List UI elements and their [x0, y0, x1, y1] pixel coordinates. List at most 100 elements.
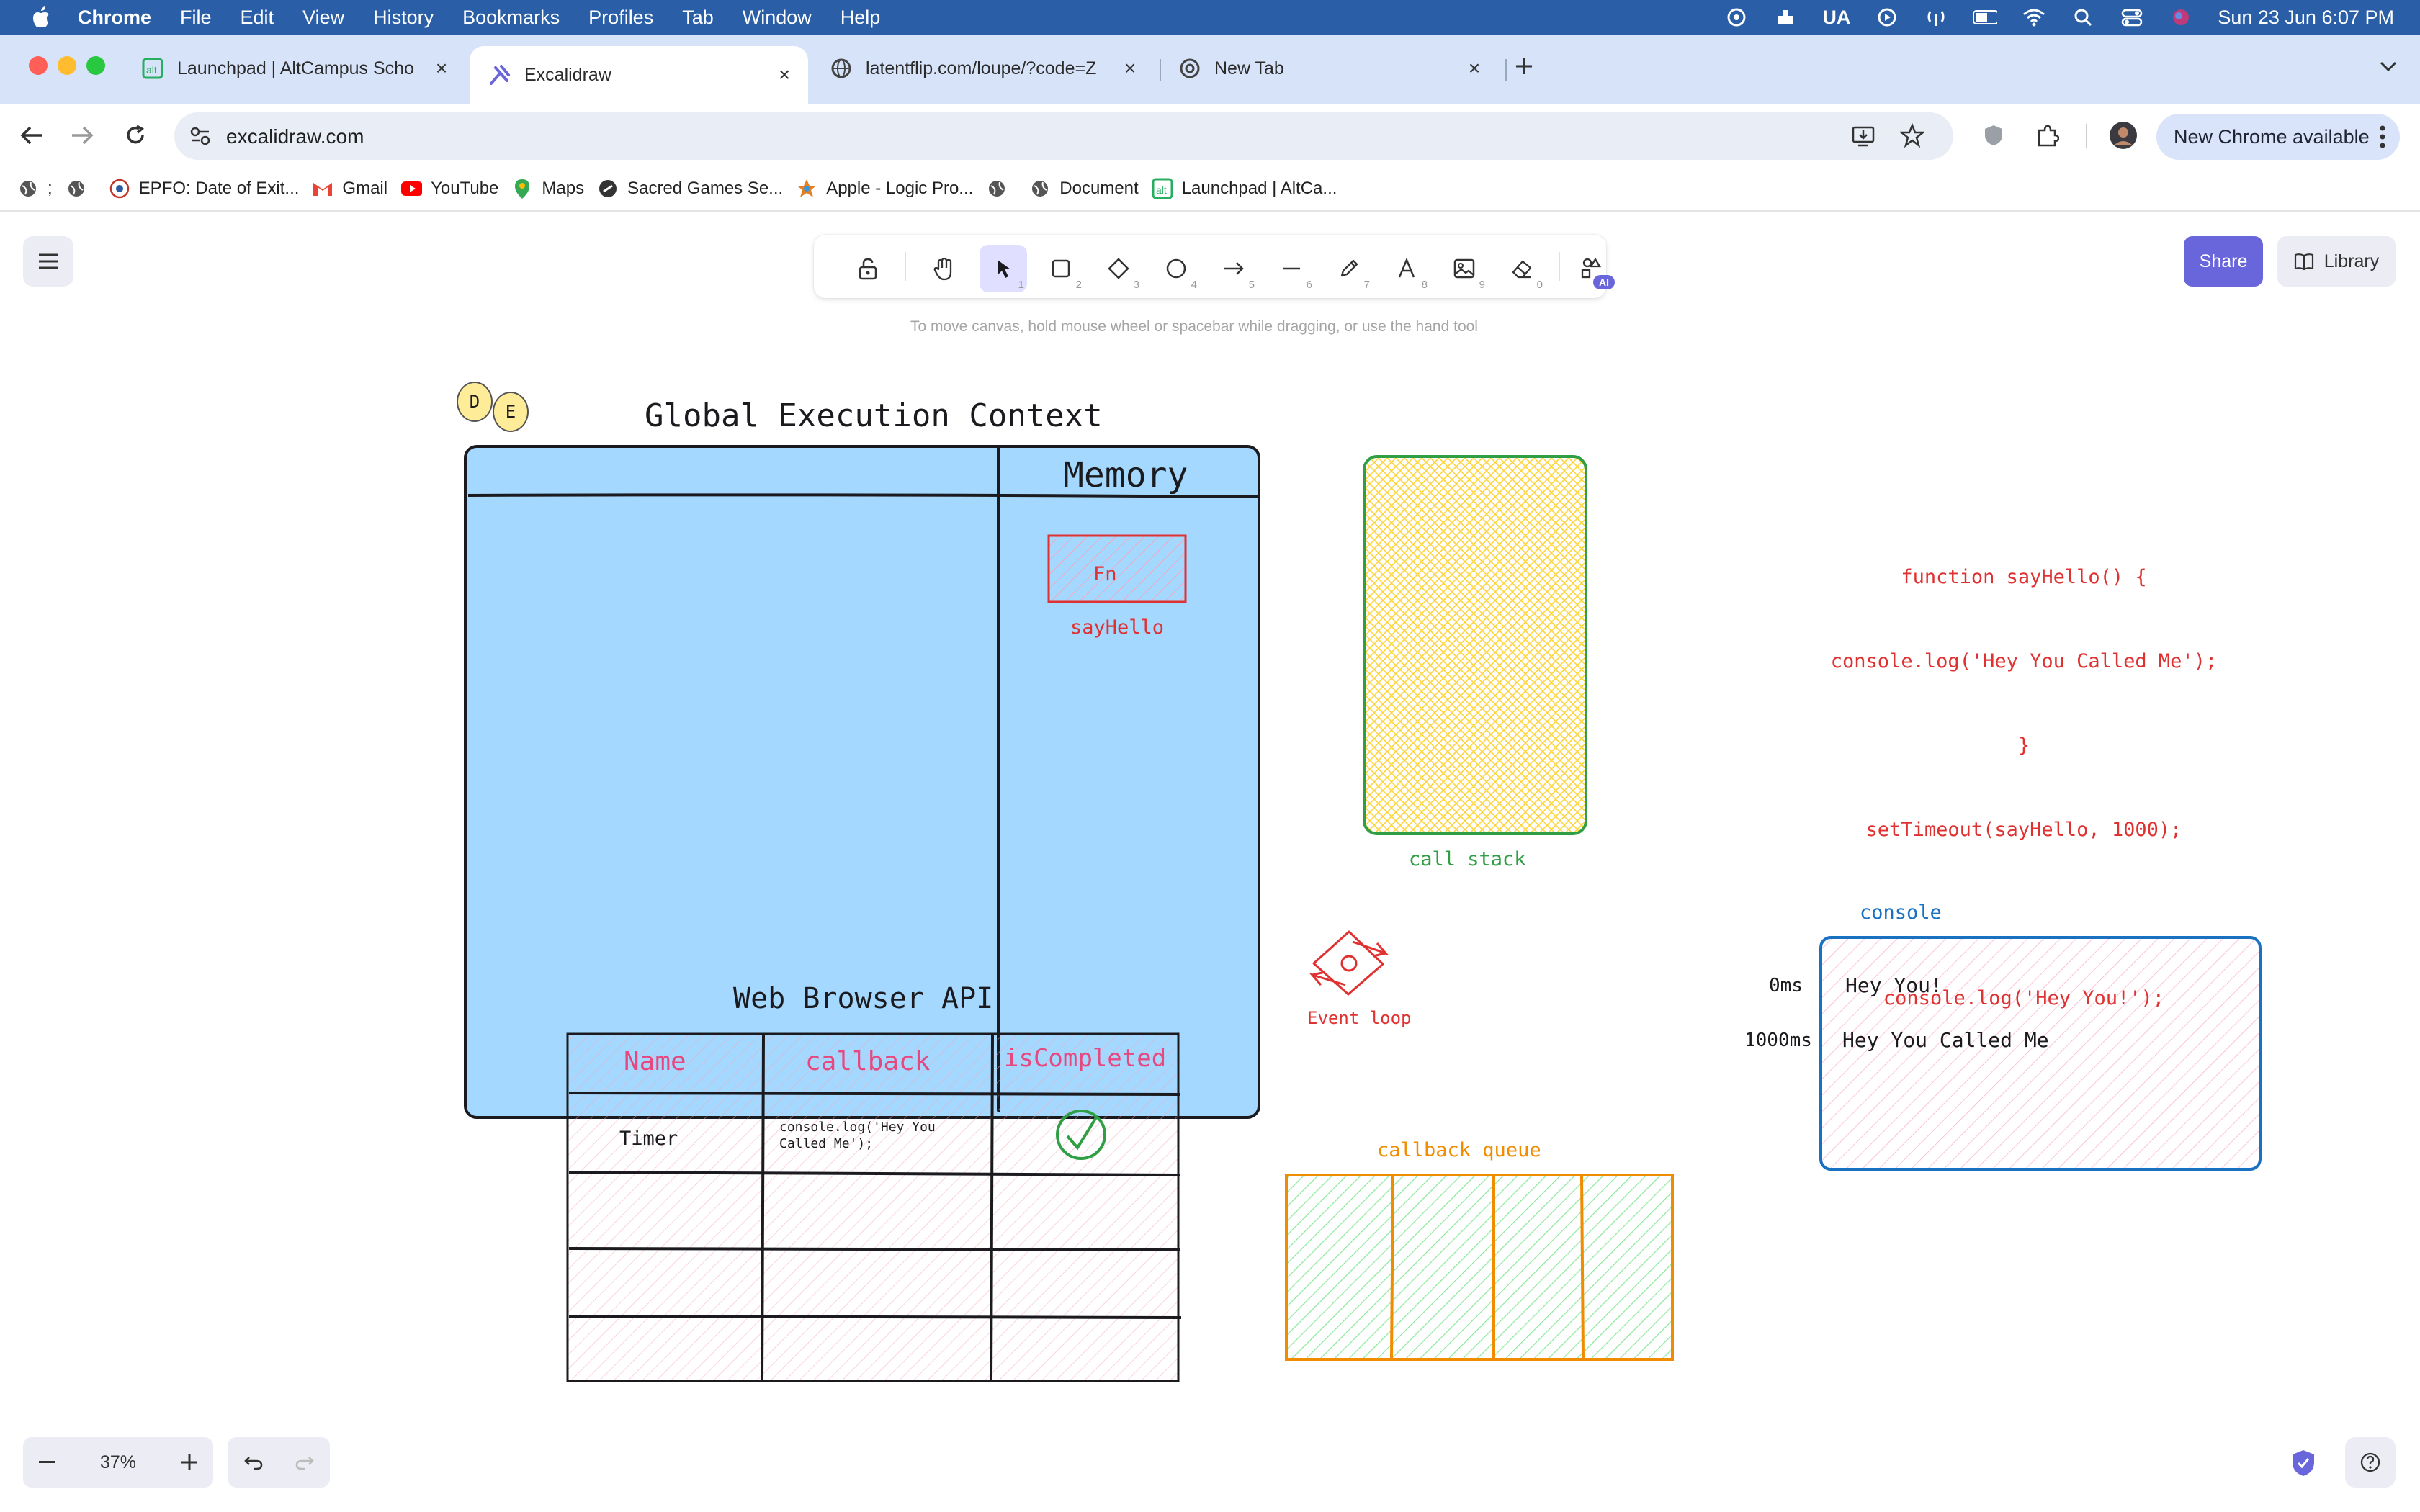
- tab-close-icon[interactable]: ×: [1119, 57, 1141, 79]
- forward-arrow-icon[interactable]: [63, 117, 101, 154]
- table-cell-timer[interactable]: Timer: [619, 1128, 678, 1150]
- menu-edit[interactable]: Edit: [241, 6, 274, 29]
- event-loop-label[interactable]: Event loop: [1307, 1008, 1412, 1028]
- spotlight-search-icon[interactable]: [2071, 6, 2095, 28]
- fn-label[interactable]: Fn: [1093, 563, 1117, 585]
- menu-window[interactable]: Window: [743, 6, 812, 29]
- bookmark-item[interactable]: EPFO: Date of Exit...: [109, 178, 300, 199]
- bookmark-item[interactable]: Apple - Logic Pro...: [796, 178, 973, 199]
- bookmark-item[interactable]: YouTube: [400, 178, 498, 199]
- menu-file[interactable]: File: [180, 6, 212, 29]
- table-header-name[interactable]: Name: [624, 1047, 686, 1076]
- bookmark-star-icon[interactable]: [1899, 122, 1926, 151]
- bookmark-item[interactable]: Sacred Games Se...: [597, 178, 783, 199]
- excalidraw-canvas[interactable]: 1 2 3 4 5 6 7 8 9 0 AI To move canvas, h…: [0, 212, 2420, 1512]
- zoom-level-button[interactable]: 37%: [71, 1437, 166, 1488]
- altcampus-icon: alt: [1152, 178, 1173, 199]
- web-browser-api-table[interactable]: [566, 1032, 1182, 1382]
- profile-avatar[interactable]: [2105, 117, 2142, 154]
- zoom-in-button[interactable]: [166, 1437, 213, 1488]
- tab-close-icon[interactable]: ×: [1464, 57, 1485, 79]
- tab-launchpad[interactable]: alt Launchpad | AltCampus Scho ×: [122, 46, 465, 91]
- web-api-title[interactable]: Web Browser API: [733, 982, 993, 1015]
- tab-new-tab[interactable]: New Tab ×: [1160, 46, 1498, 91]
- tab-search-chevron-icon[interactable]: [2370, 48, 2407, 85]
- input-source-indicator[interactable]: UA: [1822, 6, 1850, 29]
- console-label[interactable]: console: [1860, 901, 1942, 924]
- control-center-icon[interactable]: [2120, 6, 2144, 28]
- extensions-puzzle-icon[interactable]: [2028, 117, 2066, 154]
- tab-title: New Tab: [1214, 58, 1284, 78]
- menu-help[interactable]: Help: [841, 6, 881, 29]
- gec-title[interactable]: Global Execution Context: [645, 397, 1103, 434]
- dock-status-icon[interactable]: [1773, 6, 1798, 28]
- bookmark-item[interactable]: [66, 178, 96, 199]
- bookmark-label: Launchpad | AltCa...: [1181, 179, 1337, 198]
- console-time-0ms[interactable]: 0ms: [1769, 975, 1803, 996]
- shield-extension-icon[interactable]: [1975, 117, 2012, 154]
- bookmark-item[interactable]: [986, 178, 1016, 199]
- window-minimize-button[interactable]: [58, 56, 76, 75]
- site-settings-icon[interactable]: [189, 125, 212, 151]
- new-tab-plus-icon[interactable]: [1505, 48, 1543, 85]
- window-close-button[interactable]: [29, 56, 48, 75]
- console-output-hey-you[interactable]: Hey You!: [1845, 973, 1942, 997]
- global-execution-context-box[interactable]: [464, 445, 1260, 1119]
- bookmark-item[interactable]: Document: [1029, 178, 1139, 199]
- menu-tab[interactable]: Tab: [682, 6, 714, 29]
- bookmark-item[interactable]: ;: [17, 178, 53, 199]
- tab-latentflip[interactable]: latentflip.com/loupe/?code=Z ×: [811, 46, 1154, 91]
- youtube-icon: [400, 178, 423, 199]
- wifi-icon[interactable]: [2022, 6, 2046, 28]
- kebab-menu-icon[interactable]: [2380, 125, 2385, 153]
- encryption-shield-icon[interactable]: [2290, 1449, 2316, 1477]
- zoom-out-button[interactable]: [23, 1437, 71, 1488]
- redo-button[interactable]: [279, 1437, 330, 1488]
- menu-history[interactable]: History: [373, 6, 434, 29]
- play-status-icon[interactable]: [1875, 6, 1899, 28]
- address-url[interactable]: excalidraw.com: [226, 125, 364, 148]
- menu-app-name[interactable]: Chrome: [78, 6, 151, 29]
- console-time-1000ms[interactable]: 1000ms: [1744, 1030, 1812, 1051]
- redo-icon: [295, 1457, 314, 1470]
- say-hello-label[interactable]: sayHello: [1070, 616, 1164, 639]
- address-bar[interactable]: excalidraw.com: [174, 112, 1953, 160]
- menu-bookmarks[interactable]: Bookmarks: [462, 6, 560, 29]
- install-app-icon[interactable]: [1851, 124, 1876, 152]
- bookmark-label: EPFO: Date of Exit...: [138, 179, 300, 198]
- event-loop-icon[interactable]: [1309, 930, 1389, 996]
- menu-view[interactable]: View: [302, 6, 344, 29]
- bookmark-item[interactable]: alt Launchpad | AltCa...: [1152, 178, 1337, 199]
- console-output-called-me[interactable]: Hey You Called Me: [1842, 1028, 2049, 1052]
- menu-bar-clock[interactable]: Sun 23 Jun 6:07 PM: [2218, 6, 2394, 29]
- table-header-callback[interactable]: callback: [805, 1047, 930, 1076]
- openai-status-icon[interactable]: [1724, 6, 1749, 28]
- callback-queue-box[interactable]: [1285, 1174, 1674, 1361]
- help-button[interactable]: [2345, 1437, 2396, 1488]
- bookmark-label: Maps: [542, 179, 585, 198]
- tab-close-icon[interactable]: ×: [431, 57, 452, 79]
- call-stack-box[interactable]: [1363, 455, 1587, 835]
- reload-icon[interactable]: [117, 117, 154, 154]
- table-cell-callback[interactable]: console.log('Hey You Called Me');: [779, 1119, 967, 1152]
- bookmark-item[interactable]: Maps: [511, 178, 584, 199]
- memory-label[interactable]: Memory: [1063, 455, 1188, 495]
- tab-close-icon[interactable]: ×: [774, 63, 795, 86]
- window-zoom-button[interactable]: [86, 56, 105, 75]
- call-stack-label[interactable]: call stack: [1409, 848, 1526, 870]
- callback-queue-label[interactable]: callback queue: [1377, 1139, 1541, 1161]
- siri-icon[interactable]: [2169, 6, 2193, 28]
- tab-excalidraw[interactable]: Excalidraw ×: [470, 46, 808, 104]
- antenna-status-icon[interactable]: [1924, 6, 1948, 28]
- macos-menu-bar: Chrome File Edit View History Bookmarks …: [0, 0, 2420, 35]
- battery-icon[interactable]: [1973, 6, 1998, 28]
- help-icon: [2360, 1452, 2380, 1472]
- new-chrome-available-button[interactable]: New Chrome available: [2156, 114, 2400, 160]
- bookmark-item[interactable]: Gmail: [312, 178, 387, 199]
- table-header-is-completed[interactable]: isCompleted: [1004, 1044, 1166, 1073]
- maps-icon: [511, 178, 533, 199]
- back-arrow-icon[interactable]: [13, 117, 50, 154]
- menu-profiles[interactable]: Profiles: [588, 6, 653, 29]
- apple-menu-icon[interactable]: [26, 3, 55, 32]
- undo-button[interactable]: [228, 1437, 279, 1488]
